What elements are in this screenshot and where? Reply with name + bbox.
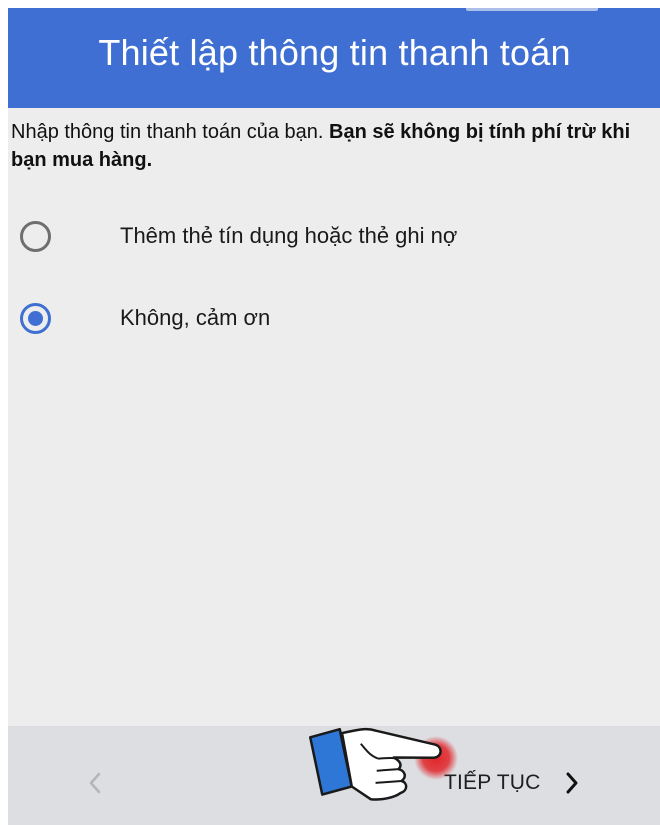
page-title: Thiết lập thông tin thanh toán bbox=[98, 32, 571, 73]
option-label: Thêm thẻ tín dụng hoặc thẻ ghi nợ bbox=[120, 223, 458, 248]
continue-button[interactable]: TIẾP TỤC bbox=[444, 768, 579, 798]
status-bar-indicator bbox=[466, 8, 598, 11]
intro-text: Nhập thông tin thanh toán của bạn. Bạn s… bbox=[11, 118, 651, 174]
intro-plain-text: Nhập thông tin thanh toán của bạn. bbox=[11, 121, 330, 143]
app-bar: Thiết lập thông tin thanh toán bbox=[8, 8, 660, 108]
back-button[interactable] bbox=[82, 768, 108, 798]
chevron-right-icon bbox=[565, 772, 579, 794]
option-add-card[interactable]: Thêm thẻ tín dụng hoặc thẻ ghi nợ bbox=[8, 206, 660, 266]
chevron-left-icon bbox=[89, 772, 101, 794]
setup-screen: Thiết lập thông tin thanh toán Nhập thôn… bbox=[8, 8, 660, 825]
option-label: Không, cảm ơn bbox=[120, 305, 271, 330]
radio-checked-icon[interactable] bbox=[20, 302, 51, 334]
tap-hand-pointer-icon bbox=[308, 727, 458, 801]
option-no-thanks[interactable]: Không, cảm ơn bbox=[8, 288, 660, 348]
radio-unchecked-icon[interactable] bbox=[20, 220, 51, 252]
